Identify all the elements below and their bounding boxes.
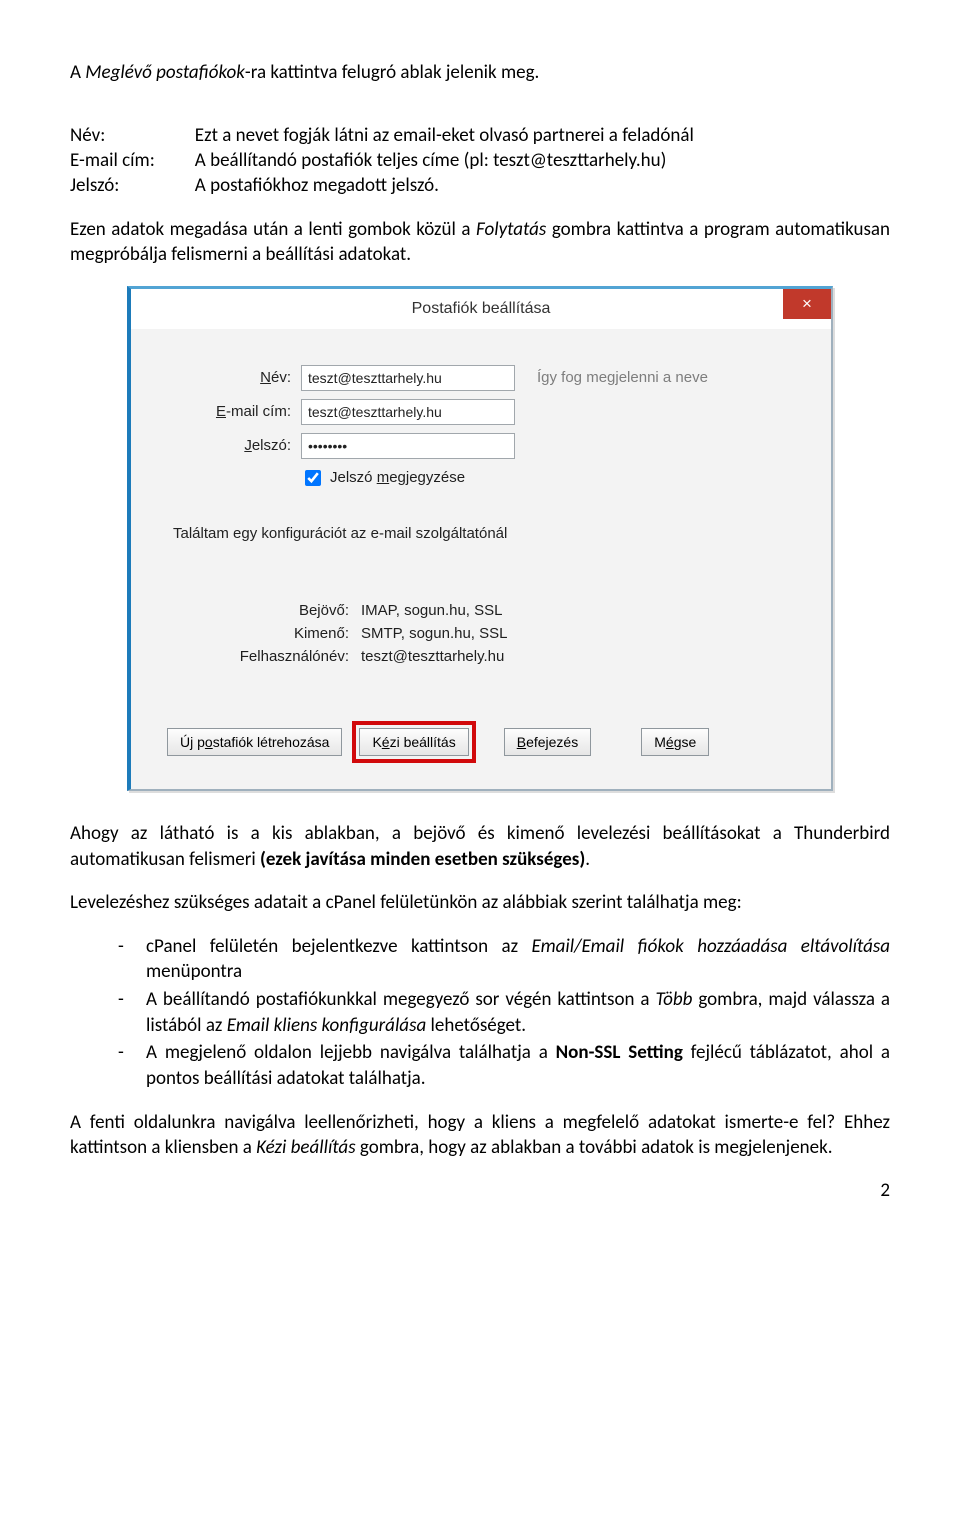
b1-b: Email/Email fiókok hozzáadása eltávolítá… [532, 935, 890, 958]
btn-cancel-b: é [666, 734, 674, 750]
b2-a: A beállítandó postafiókunkkal megegyező … [146, 988, 655, 1011]
p2-b: Folytatás [476, 218, 546, 241]
list-item: cPanel felületén bejelentkezve kattintso… [118, 934, 890, 985]
b3-a: A megjelenő oldalon lejjebb navigálva ta… [146, 1041, 556, 1064]
field-email-label: E-mail cím: [131, 403, 301, 420]
field-name-hint: Így fog megjelenni a neve [515, 369, 708, 386]
btn-new-c: stafiók létrehozása [213, 734, 330, 750]
instruction-list: cPanel felületén bejelentkezve kattintso… [70, 934, 890, 1092]
remember-label: Jelszó megjegyzése [330, 469, 465, 486]
definitions-table: Név: Ezt a nevet fogják látni az email-e… [70, 124, 694, 199]
p2-a: Ezen adatok megadása után a lenti gombok… [70, 218, 476, 241]
b2-b: Több [655, 988, 692, 1011]
p3-c: . [585, 848, 590, 871]
b3-b: Non-SSL Setting [556, 1041, 683, 1064]
btn-manual-b: é [382, 734, 390, 750]
dialog-title: Postafiók beállítása [412, 300, 551, 318]
btn-done-b: efejezés [526, 734, 578, 750]
btn-manual-c: zi beállítás [390, 734, 456, 750]
new-account-button[interactable]: Új postafiók létrehozása [167, 728, 342, 756]
b2-d: Email kliens konfigurálása [227, 1014, 427, 1037]
found-config-text: Találtam egy konfigurációt az e-mail szo… [173, 525, 791, 542]
intro-text-c: -ra kattintva felugró ablak jelenik meg. [245, 61, 539, 84]
field-name-label: Név: [131, 369, 301, 386]
done-button[interactable]: Befejezés [504, 728, 592, 756]
config-out-value: SMTP, sogun.hu, SSL [361, 625, 507, 642]
def-email-label: E-mail cím: [70, 149, 195, 174]
p5-c: gombra, hogy az ablakban a további adato… [356, 1136, 833, 1159]
list-item: A beállítandó postafiókunkkal megegyező … [118, 987, 890, 1038]
dialog-button-row: Új postafiók létrehozása Kézi beállítás … [131, 725, 791, 789]
btn-cancel-c: gse [674, 734, 697, 750]
field-pw-label: Jelszó: [131, 437, 301, 454]
b1-a: cPanel felületén bejelentkezve kattintso… [146, 935, 532, 958]
def-name-label: Név: [70, 124, 195, 149]
paragraph-5: A fenti oldalunkra navigálva leellenőriz… [70, 1110, 890, 1161]
config-block: Bejövő: IMAP, sogun.hu, SSL Kimenő: SMTP… [131, 602, 791, 665]
remember-checkbox[interactable] [305, 470, 321, 486]
page-number: 2 [70, 1179, 890, 1202]
field-pw-input[interactable] [301, 433, 515, 459]
config-in-label: Bejövő: [131, 602, 361, 619]
config-out-label: Kimenő: [131, 625, 361, 642]
close-button[interactable]: × [783, 289, 831, 319]
def-pw-value: A postafiókhoz megadott jelszó. [195, 174, 694, 199]
paragraph-3: Ahogy az látható is a kis ablakban, a be… [70, 821, 890, 872]
p3-b: (ezek javítása minden esetben szükséges) [260, 848, 585, 871]
dialog-titlebar: Postafiók beállítása × [131, 289, 831, 329]
field-email-input[interactable] [301, 399, 515, 425]
b1-c: menüpontra [146, 960, 242, 983]
paragraph-2: Ezen adatok megadása után a lenti gombok… [70, 217, 890, 268]
def-pw-label: Jelszó: [70, 174, 195, 199]
intro-text-a: A [70, 61, 85, 84]
list-item: A megjelenő oldalon lejjebb navigálva ta… [118, 1040, 890, 1091]
manual-button-highlight: Kézi beállítás [352, 721, 475, 763]
config-in-value: IMAP, sogun.hu, SSL [361, 602, 502, 619]
close-icon: × [802, 294, 812, 314]
btn-new-b: o [205, 734, 213, 750]
intro-paragraph: A Meglévő postafiókok-ra kattintva felug… [70, 60, 890, 86]
config-user-label: Felhasználónév: [131, 648, 361, 665]
btn-manual-a: K [372, 734, 381, 750]
dialog-window: Postafiók beállítása × Név: Így fog megj… [127, 286, 833, 791]
btn-cancel-a: M [654, 734, 666, 750]
def-name-value: Ezt a nevet fogják látni az email-eket o… [195, 124, 694, 149]
field-name-input[interactable] [301, 365, 515, 391]
btn-new-a: Új p [180, 734, 205, 750]
paragraph-4: Levelezéshez szükséges adatait a cPanel … [70, 890, 890, 916]
btn-done-a: B [517, 734, 526, 750]
b2-e: lehetőséget. [426, 1014, 526, 1037]
dialog-body: Név: Így fog megjelenni a neve E-mail cí… [131, 329, 831, 789]
cancel-button[interactable]: Mégse [641, 728, 709, 756]
intro-text-b: Meglévő postafiókok [85, 61, 245, 84]
config-user-value: teszt@teszttarhely.hu [361, 648, 504, 665]
p5-b: Kézi beállítás [256, 1136, 355, 1159]
manual-config-button[interactable]: Kézi beállítás [359, 728, 468, 756]
def-email-value: A beállítandó postafiók teljes címe (pl:… [195, 149, 694, 174]
